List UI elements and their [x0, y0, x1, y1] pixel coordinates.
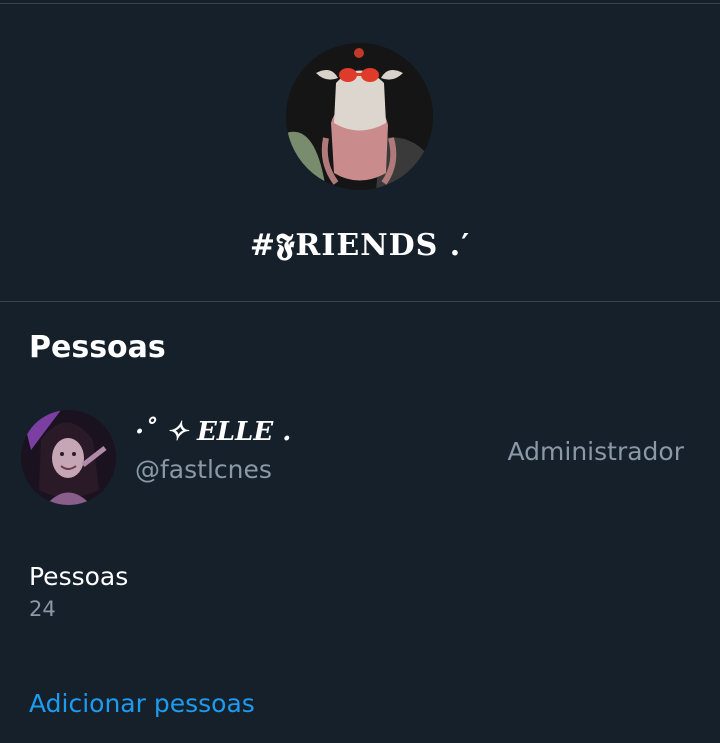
- member-avatar[interactable]: [21, 410, 116, 505]
- group-name: #𝕱RIENDS .′: [249, 228, 471, 263]
- group-photo-icon: [286, 43, 433, 190]
- section-title: Pessoas: [29, 330, 166, 365]
- member-row[interactable]: ·˚ ✧ 𝑬𝑳𝑳𝑬 . @fastlcnes Administrador: [0, 402, 720, 512]
- add-people-link[interactable]: Adicionar pessoas: [29, 688, 255, 720]
- people-count-label: Pessoas: [29, 562, 129, 591]
- member-display-name: ·˚ ✧ 𝑬𝑳𝑳𝑬 .: [135, 417, 292, 447]
- user-avatar-icon: [21, 410, 116, 505]
- section-divider: [0, 301, 720, 302]
- people-count-value: 24: [29, 597, 56, 621]
- group-avatar[interactable]: [286, 43, 433, 190]
- group-header: #𝕱RIENDS .′: [0, 4, 720, 301]
- member-role-badge: Administrador: [507, 437, 685, 466]
- member-handle: @fastlcnes: [135, 455, 272, 484]
